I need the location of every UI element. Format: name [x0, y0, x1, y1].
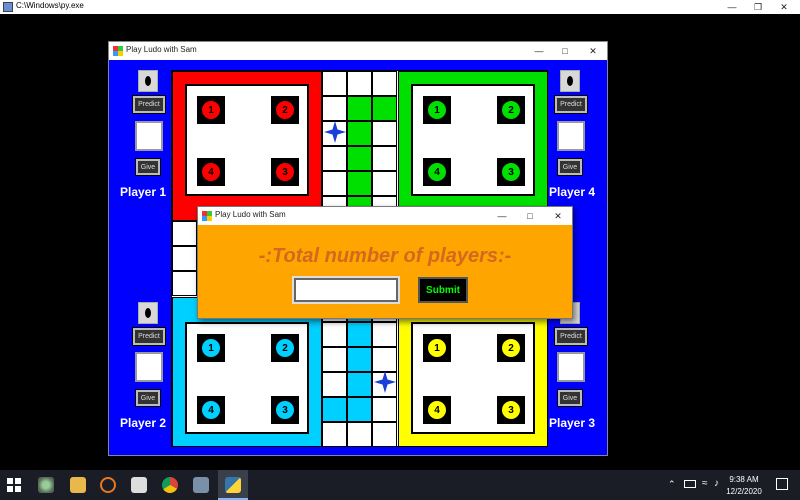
track-cell: [347, 96, 372, 121]
predict-button-player4[interactable]: Predict: [554, 95, 588, 114]
give-button-player1[interactable]: Give: [135, 158, 161, 176]
explorer-icon[interactable]: [70, 477, 86, 493]
dice-box-player1: [135, 121, 163, 151]
track-cell: [372, 171, 397, 196]
clock-time[interactable]: 9:38 AM: [726, 475, 762, 484]
players-dialog: Play Ludo with Sam — □ ✕ -:Total number …: [197, 206, 573, 319]
console-titlebar: C:\Windows\py.exe — ❐ ✕: [0, 0, 800, 14]
close-icon[interactable]: ✕: [585, 45, 601, 57]
track-cell: [322, 146, 347, 171]
dice-indicator-player4: [560, 70, 580, 92]
player4-label: Player 4: [549, 185, 596, 199]
players-count-input[interactable]: [292, 276, 400, 304]
track-cell: [372, 71, 397, 96]
minimize-icon[interactable]: —: [724, 1, 740, 13]
game-titlebar: Play Ludo with Sam — □ ✕: [109, 42, 607, 60]
dice-box-player4: [557, 121, 585, 151]
restore-icon[interactable]: ❐: [750, 1, 766, 13]
track-cell: [322, 96, 347, 121]
track-cell: [322, 322, 347, 347]
game-title: Play Ludo with Sam: [126, 45, 197, 54]
dice-box-player3: [557, 352, 585, 382]
blender-icon[interactable]: [100, 477, 116, 493]
track-cell: [372, 397, 397, 422]
track-cell: [372, 322, 397, 347]
minimize-icon[interactable]: —: [531, 45, 547, 57]
notification-icon[interactable]: [776, 478, 788, 490]
minimize-icon[interactable]: —: [494, 210, 510, 222]
safe-star-icon: [324, 121, 346, 143]
start-icon[interactable]: [0, 470, 28, 500]
app-icon: [113, 46, 123, 56]
predict-button-player3[interactable]: Predict: [554, 327, 588, 346]
chrome-icon[interactable]: [162, 477, 178, 493]
app-icon[interactable]: [193, 477, 209, 493]
track-cell: [322, 372, 347, 397]
taskbar: ⌃ ≈ ♪ 9:38 AM 12/2/2020: [0, 470, 800, 500]
close-icon[interactable]: ✕: [550, 210, 566, 222]
track-cell: [322, 422, 347, 447]
track-cell: [372, 422, 397, 447]
give-button-player2[interactable]: Give: [135, 389, 161, 407]
track-cell: [172, 271, 197, 296]
clock-date[interactable]: 12/2/2020: [726, 487, 762, 496]
dice-indicator-player2: [138, 302, 158, 324]
maximize-icon[interactable]: □: [557, 45, 573, 57]
battery-icon[interactable]: [684, 480, 696, 488]
wifi-icon[interactable]: ≈: [702, 478, 708, 489]
players-prompt: -:Total number of players:-: [258, 245, 512, 267]
track-cell: [347, 422, 372, 447]
track-cell: [322, 397, 347, 422]
track-cell: [347, 397, 372, 422]
safe-star-icon: [374, 371, 396, 393]
give-button-player3[interactable]: Give: [557, 389, 583, 407]
python-taskbar-button[interactable]: [218, 470, 248, 500]
give-button-player4[interactable]: Give: [557, 158, 583, 176]
dialog-titlebar: Play Ludo with Sam — □ ✕: [198, 207, 572, 225]
submit-button[interactable]: Submit: [418, 277, 468, 303]
app-icon: [202, 211, 212, 221]
player3-label: Player 3: [549, 416, 596, 430]
track-cell: [347, 71, 372, 96]
track-cell: [322, 71, 347, 96]
close-icon[interactable]: ✕: [776, 1, 792, 13]
player1-label: Player 1: [120, 185, 167, 199]
track-cell: [172, 221, 197, 246]
track-cell: [347, 146, 372, 171]
track-cell: [372, 146, 397, 171]
track-cell: [322, 171, 347, 196]
track-cell: [322, 347, 347, 372]
predict-button-player1[interactable]: Predict: [132, 95, 166, 114]
track-cell: [347, 121, 372, 146]
track-cell: [372, 121, 397, 146]
dice-box-player2: [135, 352, 163, 382]
chevron-up-icon[interactable]: ⌃: [668, 479, 676, 490]
cortana-icon[interactable]: [38, 477, 54, 493]
track-cell: [172, 246, 197, 271]
track-cell: [347, 171, 372, 196]
dialog-title: Play Ludo with Sam: [215, 210, 286, 219]
dice-indicator-player1: [138, 70, 158, 92]
track-cell: [347, 347, 372, 372]
predict-button-player2[interactable]: Predict: [132, 327, 166, 346]
python-icon: [225, 477, 241, 493]
track-cell: [347, 372, 372, 397]
python-console-icon: [3, 2, 13, 12]
track-cell: [372, 347, 397, 372]
track-cell: [347, 322, 372, 347]
maximize-icon[interactable]: □: [522, 210, 538, 222]
console-title: C:\Windows\py.exe: [16, 1, 84, 10]
volume-icon[interactable]: ♪: [714, 478, 719, 489]
player2-label: Player 2: [120, 416, 167, 430]
document-icon[interactable]: [131, 477, 147, 493]
track-cell: [372, 96, 397, 121]
